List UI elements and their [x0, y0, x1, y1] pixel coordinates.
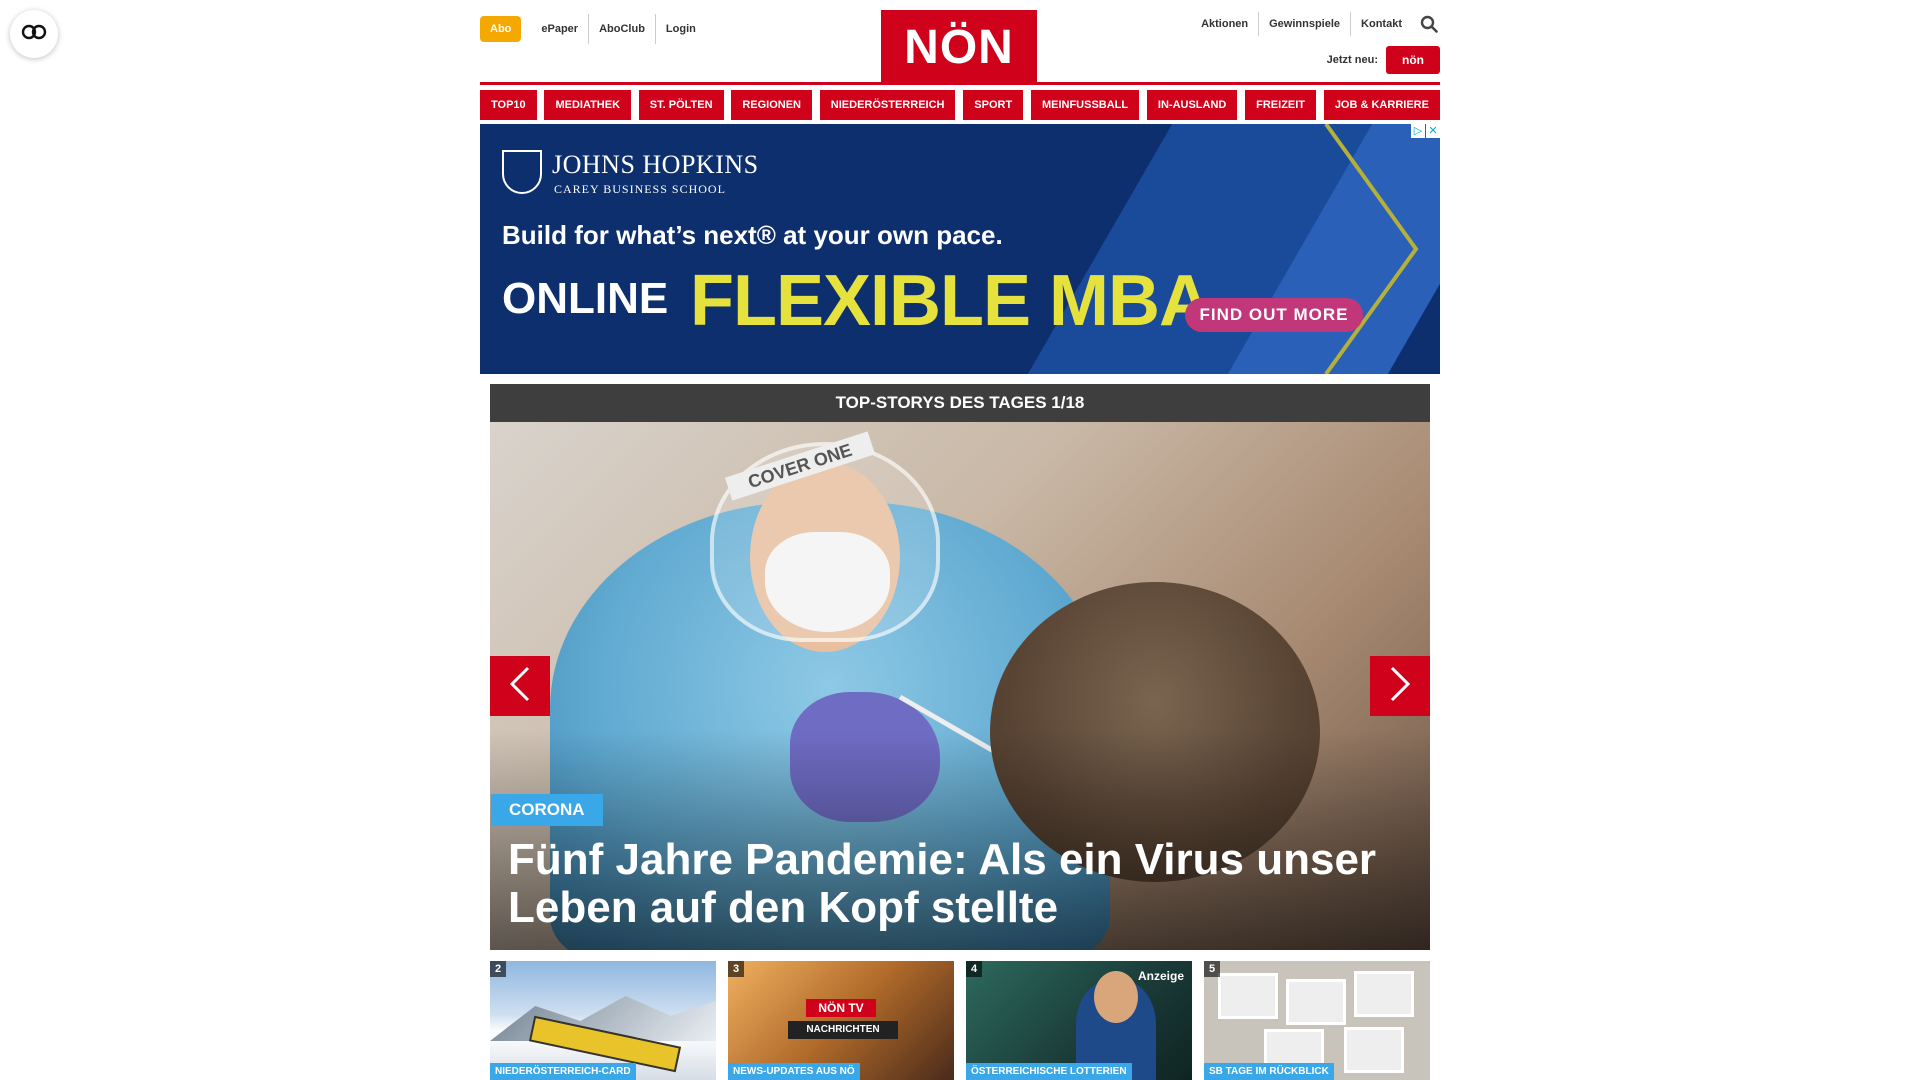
ad-online: ONLINE — [502, 274, 669, 323]
jetzt-neu: Jetzt neu: nön — [1327, 46, 1440, 74]
header-right-links: Aktionen Gewinnspiele Kontakt — [1181, 12, 1440, 36]
epaper-link[interactable]: ePaper — [531, 14, 588, 44]
ad-cta-button[interactable]: FIND OUT MORE — [1185, 298, 1363, 332]
nav-item-niederoesterreich[interactable]: NIEDERÖSTERREICH — [819, 90, 956, 120]
thumb-logo: NÖN TV — [806, 999, 876, 1017]
story-thumb[interactable]: 5 SB TAGE IM RÜCKBLICK — [1204, 961, 1430, 1080]
anzeige-label: Anzeige — [1137, 969, 1184, 983]
header-divider — [480, 82, 1440, 85]
ad-info-icon[interactable]: ▷ — [1411, 124, 1425, 138]
chevron-left-icon — [509, 666, 531, 707]
category-badge[interactable]: CORONA — [491, 794, 603, 826]
site-logo[interactable]: NÖN — [881, 10, 1037, 84]
jh-crest-icon — [502, 150, 542, 194]
story-thumb[interactable]: Anzeige 4 ÖSTERREICHISCHE LOTTERIEN — [966, 961, 1192, 1080]
ad-program: FLEXIBLE MBA — [690, 261, 1211, 341]
thumb-caption: NEWS-UPDATES AUS NÖ — [728, 1063, 860, 1080]
story-thumb[interactable]: 2 NIEDERÖSTERREICH-CARD — [490, 961, 716, 1080]
nav-item-freizeit[interactable]: FREIZEIT — [1245, 90, 1317, 120]
next-slide-button[interactable] — [1370, 656, 1430, 716]
accessibility-button[interactable] — [10, 10, 58, 58]
top-stories-bar: TOP-STORYS DES TAGES 1/18 — [490, 384, 1430, 422]
nav-item-st-poelten[interactable]: ST. PÖLTEN — [638, 90, 724, 120]
jetzt-neu-label: Jetzt neu: — [1326, 54, 1378, 66]
thumb-badge: NACHRICHTEN — [788, 1021, 898, 1039]
ad-chevron-decor — [1324, 124, 1419, 374]
chevron-right-icon — [1389, 666, 1411, 707]
nav-item-job-karriere[interactable]: JOB & KARRIERE — [1323, 90, 1440, 120]
nav-item-meinfussball[interactable]: MEINFUSSBALL — [1030, 90, 1140, 120]
login-link[interactable]: Login — [654, 14, 706, 44]
nav-item-in-ausland[interactable]: IN-AUSLAND — [1146, 90, 1238, 120]
main-nav: TOP10 MEDIATHEK ST. PÖLTEN REGIONEN NIED… — [480, 90, 1440, 120]
jetzt-neu-logo[interactable]: nön — [1386, 46, 1440, 74]
nav-item-top10[interactable]: TOP10 — [480, 90, 537, 120]
story-thumb[interactable]: NÖN TV NACHRICHTEN 3 NEWS-UPDATES AUS NÖ — [728, 961, 954, 1080]
header-left-links: Abo ePaper AboClub Login — [480, 14, 706, 44]
thumb-photo — [1218, 973, 1278, 1019]
thumb-photo — [1354, 971, 1414, 1017]
ad-school: CAREY BUSINESS SCHOOL — [554, 182, 726, 196]
thumb-caption: ÖSTERREICHISCHE LOTTERIEN — [966, 1063, 1132, 1080]
thumb-person-face — [1094, 971, 1138, 1023]
thumb-number: 3 — [728, 961, 745, 977]
ad-brand: JOHNS HOPKINS — [552, 150, 759, 179]
close-icon[interactable]: ✕ — [1426, 124, 1440, 138]
ad-headline: Build for what’s next® at your own pace. — [502, 220, 1003, 250]
aktionen-link[interactable]: Aktionen — [1191, 12, 1258, 36]
thumb-number: 4 — [966, 961, 983, 977]
thumb-photo — [1344, 1027, 1404, 1073]
nav-item-regionen[interactable]: REGIONEN — [731, 90, 813, 120]
kontakt-link[interactable]: Kontakt — [1350, 12, 1412, 36]
nav-item-sport[interactable]: SPORT — [963, 90, 1024, 120]
thumb-caption: SB TAGE IM RÜCKBLICK — [1204, 1063, 1334, 1080]
accessibility-icon — [21, 24, 47, 45]
thumb-number: 2 — [490, 961, 507, 977]
gewinnspiele-link[interactable]: Gewinnspiele — [1258, 12, 1350, 36]
thumb-caption: NIEDERÖSTERREICH-CARD — [490, 1063, 636, 1080]
aboclub-link[interactable]: AboClub — [588, 14, 655, 44]
search-icon[interactable] — [1418, 13, 1440, 35]
site-header: Abo ePaper AboClub Login NÖN Aktionen Ge… — [480, 0, 1440, 84]
nav-item-mediathek[interactable]: MEDIATHEK — [544, 90, 632, 120]
abo-button[interactable]: Abo — [480, 16, 522, 42]
prev-slide-button[interactable] — [490, 656, 550, 716]
ad-banner[interactable]: ▷ ✕ JOHNS HOPKINS CAREY BUSINESS SCHOOL … — [480, 124, 1440, 374]
hero-title[interactable]: Fünf Jahre Pandemie: Als ein Virus unser… — [508, 836, 1408, 932]
thumb-photo — [1286, 979, 1346, 1025]
ad-choices[interactable]: ▷ ✕ — [1411, 124, 1440, 138]
thumb-number: 5 — [1204, 961, 1221, 977]
